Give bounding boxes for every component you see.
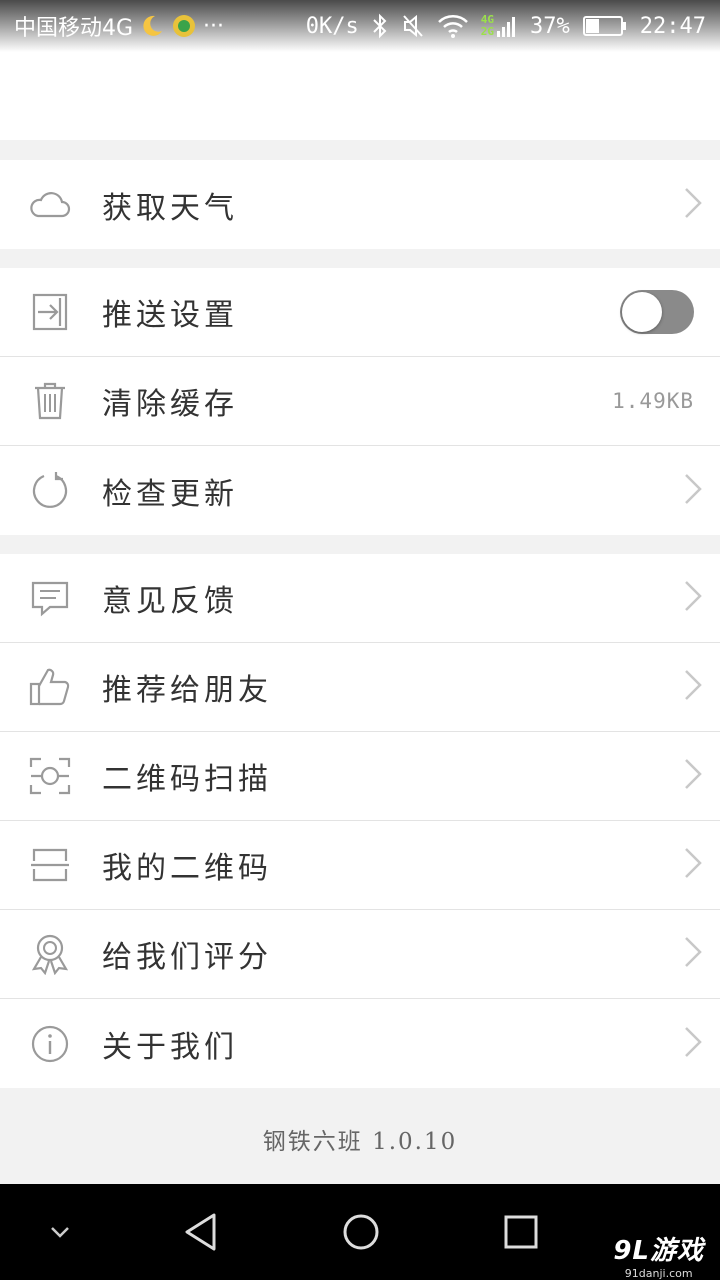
message-icon [28,576,72,620]
info-icon [28,1022,72,1066]
push-toggle[interactable] [620,290,694,334]
chevron-right-icon [682,935,704,973]
app-version: 钢铁六班 1.0.10 [262,1129,458,1155]
qr-code-icon [28,843,72,887]
thumbs-up-icon [28,665,72,709]
setting-row-my-qr[interactable]: 我的二维码 [0,821,720,910]
chevron-right-icon [682,472,704,510]
recents-button[interactable] [503,1214,539,1250]
hide-nav-button[interactable] [48,1224,72,1240]
setting-label: 二维码扫描 [102,762,272,797]
setting-row-about[interactable]: 关于我们 [0,999,720,1088]
chevron-right-icon [682,1025,704,1063]
header-area [0,52,720,140]
carrier-label: 中国移动4G [14,16,134,41]
chevron-right-icon [682,757,704,795]
moon-icon [139,13,165,39]
watermark-url: 91danji.com [624,1267,693,1280]
scan-icon [28,754,72,798]
bluetooth-icon [371,13,389,39]
setting-row-rate[interactable]: 给我们评分 [0,910,720,999]
chevron-right-icon [682,186,704,224]
push-icon [28,290,72,334]
setting-label: 推荐给朋友 [102,673,272,708]
setting-label: 检查更新 [102,476,238,512]
battery-icon [582,13,628,39]
network-type-2g: 2G [480,25,495,38]
refresh-icon [28,469,72,513]
setting-row-check-update[interactable]: 检查更新 [0,446,720,535]
site-watermark: 9L游戏 91danji.com [613,1230,704,1280]
setting-row-push: 推送设置 [0,268,720,357]
toggle-knob [622,292,662,332]
watermark-logo: 9L游戏 [613,1236,704,1266]
trash-icon [28,379,72,423]
battery-percent: 37% [530,13,570,39]
home-button[interactable] [341,1212,381,1252]
setting-label: 获取天气 [102,190,238,226]
setting-label: 关于我们 [102,1029,238,1065]
mute-icon [401,13,425,39]
setting-label: 推送设置 [102,298,238,333]
chevron-right-icon [682,668,704,706]
status-bar: 中国移动4G ··· 0K/s 4G 2G 37% 22:47 [0,0,720,52]
setting-row-recommend[interactable]: 推荐给朋友 [0,643,720,732]
back-button[interactable] [182,1212,220,1252]
cell-signal-icon: 4G 2G [481,13,518,39]
setting-label: 我的二维码 [102,851,272,886]
navigation-bar [0,1184,720,1280]
cloud-icon [28,183,72,227]
settings-group-about: 意见反馈 推荐给朋友 二维码扫描 我的二维码 给我们评分 关于我们 [0,554,720,1088]
settings-group-app: 推送设置 清除缓存 1.49KB 检查更新 [0,268,720,535]
clock: 22:47 [639,13,706,39]
setting-label: 给我们评分 [102,940,272,975]
app-notification-icon [171,13,197,39]
setting-row-feedback[interactable]: 意见反馈 [0,554,720,643]
settings-group-weather: 获取天气 [0,160,720,249]
setting-row-weather[interactable]: 获取天气 [0,160,720,249]
setting-row-qr-scan[interactable]: 二维码扫描 [0,732,720,821]
wifi-icon [437,13,469,39]
more-notifications: ··· [203,13,225,39]
chevron-right-icon [682,846,704,884]
cache-size-value: 1.49KB [612,389,694,413]
setting-label: 清除缓存 [102,387,238,422]
setting-row-clear-cache[interactable]: 清除缓存 1.49KB [0,357,720,446]
chevron-right-icon [682,579,704,617]
badge-icon [28,932,72,976]
net-speed: 0K/s [305,13,359,39]
setting-label: 意见反馈 [102,584,238,619]
